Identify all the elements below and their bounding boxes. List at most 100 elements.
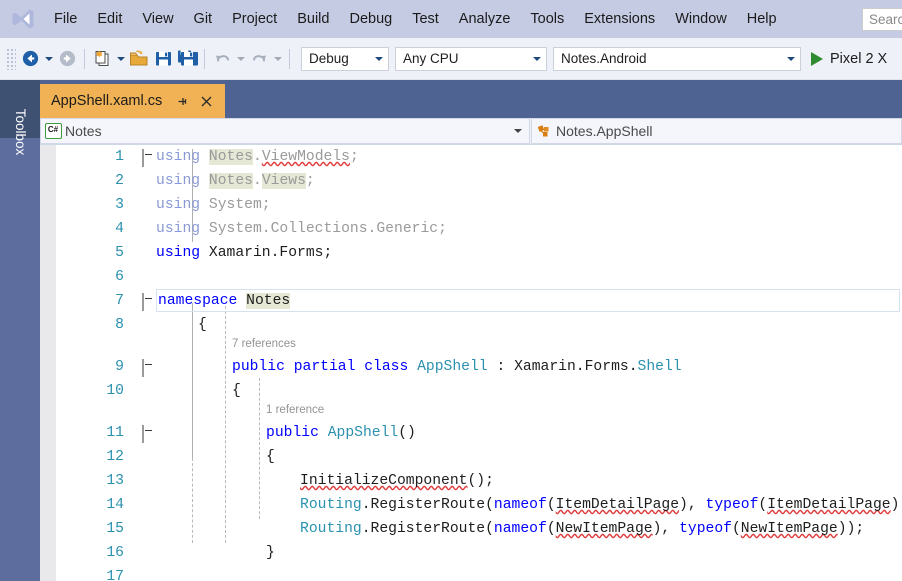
menu-item-debug[interactable]: Debug [339,0,402,38]
line-number: 15 [106,521,124,537]
navigate-forward-icon[interactable] [55,46,79,72]
run-button[interactable]: Pixel 2 X [811,51,887,67]
fold-toggle-icon[interactable] [142,359,155,377]
menu-item-edit[interactable]: Edit [87,0,132,38]
new-item-icon[interactable] [90,46,114,72]
code-text: namespace Notes [158,293,291,309]
menu-item-test[interactable]: Test [402,0,449,38]
toolbar-separator [84,48,85,69]
code-text: { [266,449,275,465]
visual-studio-logo-icon [8,4,38,34]
code-line: 6 [40,265,902,289]
type-name: Notes.AppShell [556,123,653,139]
fold-toggle-icon[interactable] [142,425,155,443]
project-name: Notes [65,123,102,139]
line-number: 9 [115,359,124,375]
startup-project-dropdown[interactable]: Notes.Android [553,46,801,71]
toolbar-grip[interactable] [6,47,16,70]
menu-bar: File Edit View Git Project Build Debug T… [0,0,902,38]
menu-item-git[interactable]: Git [184,0,223,38]
codelens-text[interactable]: 1 reference [266,397,324,421]
codelens-class[interactable]: 7 references [40,331,902,355]
redo-dropdown[interactable] [271,46,284,72]
startup-project-value: Notes.Android [561,51,647,66]
project-dropdown[interactable]: C# Notes [40,118,530,144]
document-tab-title: AppShell.xaml.cs [51,93,163,109]
open-file-icon[interactable] [127,46,151,72]
close-icon[interactable] [196,91,216,111]
code-line: 14 Routing.RegisterRoute(nameof(ItemDeta… [40,493,902,517]
chevron-down-icon[interactable] [782,56,800,61]
save-icon[interactable] [151,46,175,72]
code-line: 12 { [40,445,902,469]
undo-icon[interactable] [210,46,234,72]
navigate-back-dropdown[interactable] [42,46,55,72]
line-number: 3 [115,197,124,213]
pin-icon[interactable] [172,91,192,111]
platform-value: Any CPU [403,51,459,66]
visual-studio-window: File Edit View Git Project Build Debug T… [0,0,902,581]
line-number: 4 [115,221,124,237]
class-icon [532,124,556,139]
chevron-down-icon[interactable] [370,56,388,61]
navigate-back-icon[interactable] [18,46,42,72]
code-line: 11 public AppShell() [40,421,902,445]
line-number: 14 [106,497,124,513]
code-text: public partial class AppShell : Xamarin.… [232,359,682,375]
configuration-value: Debug [309,51,349,66]
code-text: Routing.RegisterRoute(nameof(ItemDetailP… [300,497,902,513]
configuration-dropdown[interactable]: Debug [301,46,389,71]
code-line: 3 using System; [40,193,902,217]
line-number: 13 [106,473,124,489]
line-number: 12 [106,449,124,465]
toolbox-rail[interactable]: Toolbox [0,80,40,581]
undo-dropdown[interactable] [234,46,247,72]
type-dropdown[interactable]: Notes.AppShell [531,118,902,144]
document-tab-strip: AppShell.xaml.cs [40,80,902,118]
code-editor[interactable]: 1 using Notes.ViewModels; 2 using Notes.… [40,145,902,581]
line-number: 16 [106,545,124,561]
code-line: 16 } [40,541,902,565]
chevron-down-icon[interactable] [507,129,529,133]
menu-item-file[interactable]: File [44,0,87,38]
code-line: 4 using System.Collections.Generic; [40,217,902,241]
menu-item-tools[interactable]: Tools [520,0,574,38]
menu-item-build[interactable]: Build [287,0,339,38]
redo-icon[interactable] [247,46,271,72]
code-line: 13 InitializeComponent(); [40,469,902,493]
toolbar-separator-2 [204,48,205,69]
code-line: 1 using Notes.ViewModels; [40,145,902,169]
code-text: using System; [156,197,271,213]
menu-item-project[interactable]: Project [222,0,287,38]
search-input[interactable]: Search... [862,8,902,31]
codelens-constructor[interactable]: 1 reference [40,397,902,421]
code-text: using Notes.ViewModels; [156,149,359,165]
menu-item-analyze[interactable]: Analyze [449,0,521,38]
code-line-current: 7 namespace Notes [40,289,902,313]
menu-item-view[interactable]: View [132,0,183,38]
code-text: InitializeComponent(); [300,473,494,489]
run-target-label: Pixel 2 X [830,50,888,67]
line-number: 5 [115,245,124,261]
menu-item-window[interactable]: Window [665,0,737,38]
line-number: 11 [106,425,124,441]
save-all-icon[interactable] [175,46,199,72]
chevron-down-icon[interactable] [528,56,546,61]
code-text: Routing.RegisterRoute(nameof(NewItemPage… [300,521,865,537]
platform-dropdown[interactable]: Any CPU [395,46,547,71]
menu-item-extensions[interactable]: Extensions [574,0,665,38]
code-text: public AppShell() [266,425,416,441]
code-line: 9 public partial class AppShell : Xamari… [40,355,902,379]
code-line: 5 using Xamarin.Forms; [40,241,902,265]
fold-toggle-icon[interactable] [142,149,155,167]
codelens-text[interactable]: 7 references [232,331,296,355]
line-number: 17 [106,569,124,581]
new-item-dropdown[interactable] [114,46,127,72]
code-text: using System.Collections.Generic; [156,221,447,237]
toolbar-separator-3 [289,48,290,69]
document-tab-appshell[interactable]: AppShell.xaml.cs [40,84,226,118]
line-number: 6 [115,269,124,285]
menu-item-help[interactable]: Help [737,0,787,38]
fold-toggle-icon[interactable] [142,293,155,311]
code-text: using Xamarin.Forms; [156,245,333,261]
